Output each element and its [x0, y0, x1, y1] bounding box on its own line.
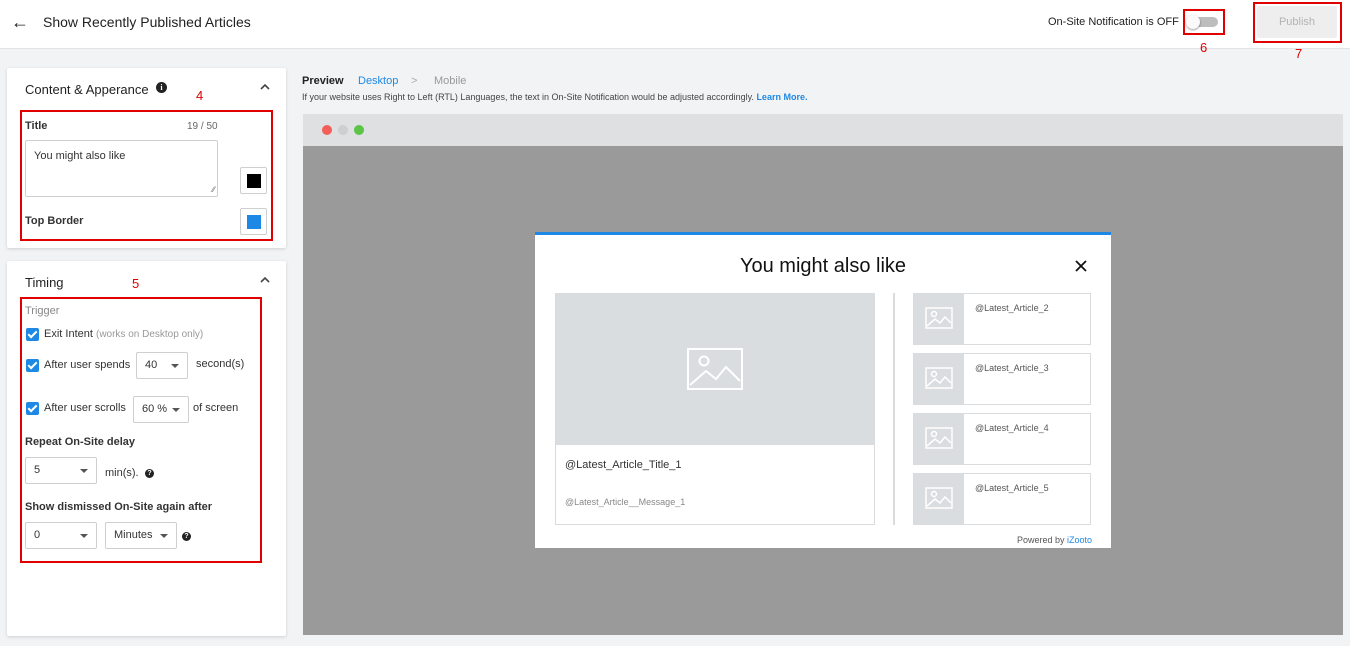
side-article-image — [914, 354, 964, 404]
back-arrow-icon[interactable]: ← — [10, 12, 30, 32]
side-article-title: @Latest_Article_4 — [975, 423, 1049, 433]
image-placeholder-icon — [925, 367, 953, 389]
side-article-image — [914, 294, 964, 344]
main-article-image — [556, 294, 874, 445]
close-dot-icon — [322, 125, 332, 135]
recommendation-popup: You might also like @Latest_Article_Titl… — [535, 232, 1111, 548]
chevron-up-icon[interactable] — [260, 275, 270, 285]
main-article-card[interactable]: @Latest_Article_Title_1 @Latest_Article_… — [555, 293, 875, 525]
browser-preview: You might also like @Latest_Article_Titl… — [303, 114, 1343, 635]
popup-divider — [893, 293, 895, 525]
side-article-image — [914, 474, 964, 524]
side-article-title: @Latest_Article_5 — [975, 483, 1049, 493]
annotation-label-6: 6 — [1200, 40, 1208, 55]
rtl-note-text: If your website uses Right to Left (RTL)… — [302, 92, 754, 102]
brand-link[interactable]: iZooto — [1067, 535, 1092, 545]
annotation-box-6 — [1183, 9, 1225, 35]
side-article-card[interactable]: @Latest_Article_3 — [913, 353, 1091, 405]
chevron-up-icon[interactable] — [260, 82, 270, 92]
annotation-box-4 — [20, 110, 273, 241]
image-placeholder-icon — [687, 348, 743, 390]
timing-heading: Timing — [25, 275, 64, 290]
annotation-box-5 — [20, 297, 262, 563]
image-placeholder-icon — [925, 307, 953, 329]
minimize-dot-icon — [338, 125, 348, 135]
side-article-card[interactable]: @Latest_Article_2 — [913, 293, 1091, 345]
side-article-title: @Latest_Article_2 — [975, 303, 1049, 313]
notification-status-label: On-Site Notification is OFF — [1048, 16, 1179, 28]
top-bar: ← Show Recently Published Articles On-Si… — [0, 0, 1350, 49]
tab-mobile[interactable]: Mobile — [434, 75, 466, 87]
info-icon[interactable]: i — [156, 82, 167, 93]
side-article-image — [914, 414, 964, 464]
tab-preview: Preview — [302, 75, 344, 87]
powered-by: Powered by iZooto — [1017, 535, 1092, 545]
close-icon[interactable] — [1074, 259, 1088, 273]
rtl-note: If your website uses Right to Left (RTL)… — [302, 92, 807, 102]
tab-separator-icon: > — [411, 75, 418, 87]
side-article-card[interactable]: @Latest_Article_4 — [913, 413, 1091, 465]
annotation-box-7 — [1253, 2, 1342, 43]
annotation-label-7: 7 — [1295, 46, 1303, 61]
popup-title: You might also like — [739, 255, 907, 277]
main-article-title: @Latest_Article_Title_1 — [565, 459, 682, 471]
tab-desktop[interactable]: Desktop — [358, 75, 398, 87]
main-article-message: @Latest_Article__Message_1 — [565, 497, 686, 507]
page-title: Show Recently Published Articles — [43, 14, 251, 30]
image-placeholder-icon — [925, 487, 953, 509]
content-appearance-heading: Content & Apperance — [25, 82, 149, 97]
side-article-title: @Latest_Article_3 — [975, 363, 1049, 373]
annotation-label-5: 5 — [132, 276, 140, 291]
learn-more-link[interactable]: Learn More. — [756, 92, 807, 102]
powered-by-text: Powered by — [1016, 535, 1065, 545]
maximize-dot-icon — [354, 125, 364, 135]
side-article-card[interactable]: @Latest_Article_5 — [913, 473, 1091, 525]
image-placeholder-icon — [925, 427, 953, 449]
browser-bar — [303, 114, 1343, 146]
annotation-label-4: 4 — [196, 88, 204, 103]
